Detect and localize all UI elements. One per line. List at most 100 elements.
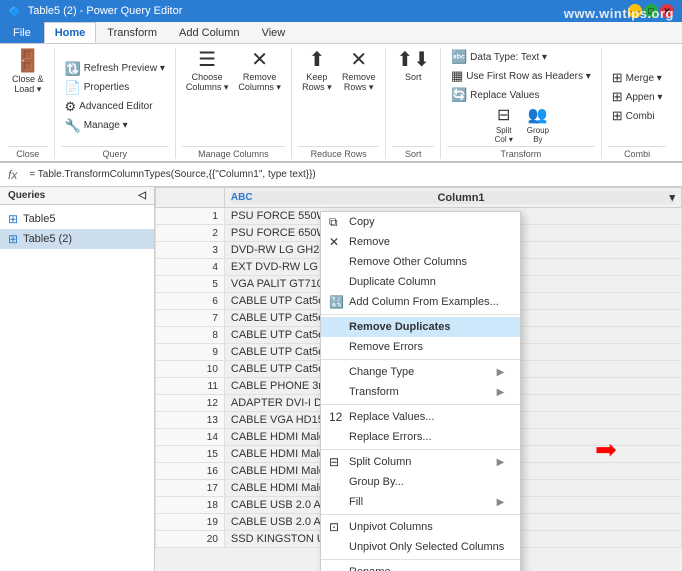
ctx-item-change-type[interactable]: Change Type ▶ — [321, 362, 520, 382]
ctx-item-unpivot-only[interactable]: Unpivot Only Selected Columns — [321, 537, 520, 557]
row-num-cell: 10 — [156, 361, 225, 378]
ctx-item-unpivot[interactable]: ⊡ Unpivot Columns — [321, 517, 520, 537]
advanced-editor-button[interactable]: ⚙ Advanced Editor — [61, 98, 169, 116]
close-group-label: Close — [8, 146, 48, 159]
refresh-preview-button[interactable]: 🔃 Refresh Preview ▾ — [61, 60, 169, 78]
choose-columns-button[interactable]: ☰ ChooseColumns ▾ — [182, 48, 233, 95]
data-type-button[interactable]: 🔤 Data Type: Text ▾ — [447, 48, 595, 66]
query-table5-label: Table5 — [23, 213, 55, 225]
first-row-icon: ▦ — [451, 68, 463, 84]
queries-header: Queries ◁ — [0, 187, 154, 205]
ctx-label-remove: Remove — [349, 236, 390, 248]
split-label: SplitCol ▾ — [495, 126, 513, 144]
ctx-icon-replace-vals: 12 — [329, 410, 342, 424]
remove-rows-icon: ✕ — [350, 50, 367, 70]
properties-button[interactable]: 📄 Properties — [61, 79, 169, 97]
ctx-label-rename: Rename... — [349, 566, 400, 571]
queries-panel: Queries ◁ ⊞ Table5 ⊞ Table5 (2) — [0, 187, 155, 571]
close-load-icon: 🚪 — [14, 50, 41, 72]
manage-columns-label: Manage Columns — [182, 146, 285, 159]
ctx-item-split-col[interactable]: ⊟ Split Column ▶ — [321, 452, 520, 472]
context-menu-separator — [321, 559, 520, 560]
ctx-item-fill[interactable]: Fill ▶ — [321, 492, 520, 512]
col-dropdown-icon[interactable]: ▾ — [669, 191, 675, 204]
ctx-icon-unpivot: ⊡ — [329, 520, 339, 534]
query-item-table5[interactable]: ⊞ Table5 — [0, 209, 154, 229]
replace-values-btn[interactable]: 🔄 Replace Values — [447, 86, 595, 104]
remove-columns-button[interactable]: ✕ RemoveColumns ▾ — [234, 48, 285, 95]
properties-label: Properties — [84, 82, 130, 93]
group-by-button[interactable]: 👥 GroupBy — [523, 106, 553, 146]
context-menu-separator — [321, 449, 520, 450]
tab-transform[interactable]: Transform — [96, 22, 168, 43]
tab-file[interactable]: File — [0, 22, 44, 43]
ctx-label-fill: Fill — [349, 496, 363, 508]
ribbon-group-transform: 🔤 Data Type: Text ▾ ▦ Use First Row as H… — [441, 48, 602, 159]
formula-fx-symbol: fx — [4, 168, 21, 182]
ctx-label-group-by: Group By... — [349, 476, 404, 488]
row-num-cell: 12 — [156, 395, 225, 412]
row-num-cell: 19 — [156, 514, 225, 531]
append-button[interactable]: ⊞ Appen ▾ — [608, 88, 667, 106]
ctx-item-copy[interactable]: ⧉ Copy — [321, 212, 520, 232]
ctx-label-split-col: Split Column — [349, 456, 411, 468]
ctx-item-replace-errs[interactable]: Replace Errors... — [321, 427, 520, 447]
ctx-item-add-col[interactable]: 🔣 Add Column From Examples... — [321, 292, 520, 312]
first-row-label: Use First Row as Headers ▾ — [466, 71, 591, 82]
ctx-item-remove-err[interactable]: Remove Errors — [321, 337, 520, 357]
keep-rows-button[interactable]: ⬆ KeepRows ▾ — [298, 48, 336, 95]
close-load-button[interactable]: 🚪 Close &Load ▾ — [8, 48, 48, 97]
ctx-item-duplicate[interactable]: Duplicate Column — [321, 272, 520, 292]
split-column-button[interactable]: ⊟ SplitCol ▾ — [489, 106, 519, 146]
ribbon-group-sort: ⬆⬇ Sort Sort — [386, 48, 441, 159]
ctx-arrow-change-type: ▶ — [497, 367, 505, 378]
ctx-item-remove-dup[interactable]: Remove Duplicates — [321, 317, 520, 337]
sort-icon: ⬆⬇ — [396, 50, 430, 70]
combine-button[interactable]: ⊞ Combi — [608, 107, 667, 125]
ribbon-group-query: 🔃 Refresh Preview ▾ 📄 Properties ⚙ Advan… — [55, 48, 176, 159]
tab-add-column[interactable]: Add Column — [168, 22, 251, 43]
first-row-header-button[interactable]: ▦ Use First Row as Headers ▾ — [447, 67, 595, 85]
manage-icon: 🔧 — [65, 118, 81, 134]
ctx-item-group-by[interactable]: Group By... — [321, 472, 520, 492]
row-num-cell: 14 — [156, 429, 225, 446]
query-item-table5-2[interactable]: ⊞ Table5 (2) — [0, 229, 154, 249]
queries-title: Queries — [8, 190, 45, 201]
ctx-item-remove[interactable]: ✕ Remove — [321, 232, 520, 252]
remove-rows-button[interactable]: ✕ RemoveRows ▾ — [338, 48, 380, 95]
ctx-item-rename[interactable]: Rename... — [321, 562, 520, 571]
merge-button[interactable]: ⊞ Merge ▾ — [608, 69, 667, 87]
title-text: Table5 (2) - Power Query Editor — [28, 5, 183, 17]
row-num-cell: 6 — [156, 293, 225, 310]
main-content: Queries ◁ ⊞ Table5 ⊞ Table5 (2) ABC — [0, 187, 682, 571]
tab-home[interactable]: Home — [44, 22, 97, 43]
manage-button[interactable]: 🔧 Manage ▾ — [61, 117, 169, 135]
reduce-rows-label: Reduce Rows — [298, 146, 380, 159]
query-small-buttons: 🔃 Refresh Preview ▾ 📄 Properties ⚙ Advan… — [61, 48, 169, 146]
sort-button[interactable]: ⬆⬇ Sort — [392, 48, 434, 84]
formula-input[interactable]: = Table.TransformColumnTypes(Source,{{"C… — [25, 168, 678, 181]
close-load-label: Close &Load ▾ — [12, 74, 44, 95]
app-icon: 🔷 — [8, 5, 22, 18]
queries-collapse[interactable]: ◁ — [138, 190, 146, 201]
choose-columns-label: ChooseColumns ▾ — [186, 72, 229, 93]
ctx-item-replace-vals[interactable]: 12 Replace Values... — [321, 407, 520, 427]
split-group-btn-row: ⊟ SplitCol ▾ 👥 GroupBy — [489, 106, 553, 146]
context-menu: ⧉ Copy ✕ Remove Remove Other Columns Dup… — [320, 211, 521, 571]
maximize-button[interactable]: □ — [644, 4, 658, 18]
row-num-cell: 16 — [156, 463, 225, 480]
ctx-arrow-split-col: ▶ — [497, 457, 505, 468]
title-bar-controls[interactable]: — □ ✕ — [628, 4, 674, 18]
ctx-item-transform[interactable]: Transform ▶ — [321, 382, 520, 402]
tab-view[interactable]: View — [251, 22, 297, 43]
remove-columns-icon: ✕ — [251, 50, 268, 70]
column1-header[interactable]: ABC Column1 ▾ — [224, 188, 681, 208]
transform-group-label: Transform — [447, 146, 595, 159]
ctx-item-remove-other[interactable]: Remove Other Columns — [321, 252, 520, 272]
close-button[interactable]: ✕ — [660, 4, 674, 18]
row-num-cell: 13 — [156, 412, 225, 429]
formula-bar: fx = Table.TransformColumnTypes(Source,{… — [0, 163, 682, 187]
data-type-icon: 🔤 — [451, 49, 467, 65]
minimize-button[interactable]: — — [628, 4, 642, 18]
ctx-arrow-fill: ▶ — [497, 497, 505, 508]
